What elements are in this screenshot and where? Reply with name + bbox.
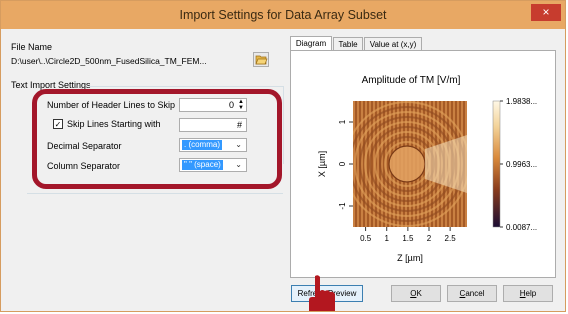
x-tick-label: 2.5 xyxy=(445,234,457,243)
dialog-body: File Name D:\user\..\Circle2D_500nm_Fuse… xyxy=(7,30,559,311)
x-axis-label: Z [µm] xyxy=(397,253,423,263)
heatmap-chart: Amplitude of TM [V/m] 0.5 1 1.5 2 2.5 1 0 -1 Z… xyxy=(317,75,537,263)
colorbar-tick-label: 0.9963... xyxy=(506,160,537,169)
x-tick-label: 2 xyxy=(427,234,432,243)
group-border-top xyxy=(89,86,284,87)
colorbar-tick-label: 1.9838... xyxy=(506,97,537,106)
tab-diagram[interactable]: Diagram xyxy=(290,36,332,51)
folder-open-icon[interactable] xyxy=(253,52,269,67)
file-path-text: D:\user\..\Circle2D_500nm_FusedSilica_TM… xyxy=(11,56,207,66)
x-tick-label: 1 xyxy=(385,234,390,243)
cancel-label: ancel xyxy=(465,289,485,298)
colorbar xyxy=(492,100,501,228)
y-axis-label: X [µm] xyxy=(317,151,327,177)
group-border-bottom xyxy=(27,193,283,194)
diagram-panel: Amplitude of TM [V/m] 0.5 1 1.5 2 2.5 1 0 -1 Z… xyxy=(290,50,556,278)
window-title: Import Settings for Data Array Subset xyxy=(179,8,387,22)
ok-button[interactable]: OK xyxy=(391,285,441,302)
import-settings-dialog: Import Settings for Data Array Subset × … xyxy=(0,0,566,312)
x-tick-label: 1.5 xyxy=(402,234,414,243)
help-label: elp xyxy=(525,289,537,298)
hand-pointer-icon xyxy=(309,275,335,311)
tab-value-at-xy[interactable]: Value at (x,y) xyxy=(364,37,422,50)
y-tick-label: -1 xyxy=(338,202,347,210)
colorbar-tick-label: 0.0087... xyxy=(506,223,537,232)
chart-title: Amplitude of TM [V/m] xyxy=(362,75,461,86)
file-name-label: File Name xyxy=(11,42,53,52)
y-tick-label: 1 xyxy=(338,119,347,124)
heatmap-plot-area xyxy=(353,101,467,227)
cancel-button[interactable]: Cancel xyxy=(447,285,497,302)
ok-label: K xyxy=(416,289,422,298)
title-bar[interactable]: Import Settings for Data Array Subset × xyxy=(1,1,565,29)
tab-table[interactable]: Table xyxy=(333,37,363,50)
highlight-annotation xyxy=(32,89,282,189)
help-button[interactable]: Help xyxy=(503,285,553,302)
close-button[interactable]: × xyxy=(531,4,561,21)
y-tick-label: 0 xyxy=(338,161,347,166)
x-tick-label: 0.5 xyxy=(360,234,372,243)
group-border-right xyxy=(283,86,284,164)
